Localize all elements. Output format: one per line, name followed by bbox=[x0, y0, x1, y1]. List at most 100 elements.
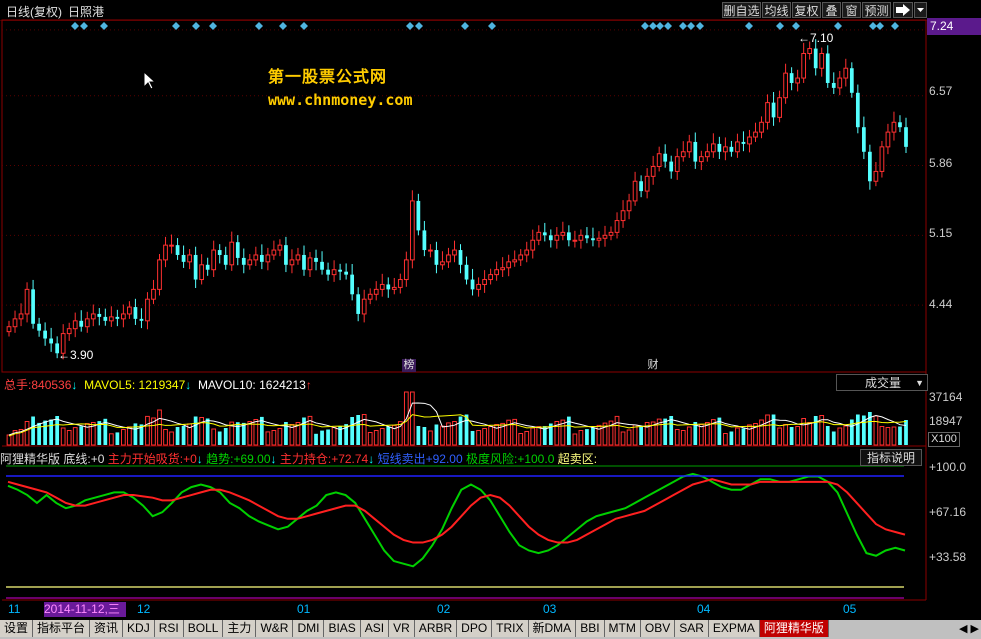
tab-6[interactable]: 主力 bbox=[223, 620, 257, 637]
volume-bar-up bbox=[121, 429, 126, 446]
tab-7[interactable]: W&R bbox=[256, 620, 294, 637]
indicator-axis-label: +100.0 bbox=[929, 460, 967, 474]
candle-body-up bbox=[524, 249, 530, 256]
volume-bar-down bbox=[639, 426, 643, 445]
date-axis-label: 11 bbox=[8, 602, 21, 616]
candle-body-up bbox=[187, 254, 192, 263]
candle-body-up bbox=[265, 254, 271, 263]
tab-14[interactable]: TRIX bbox=[492, 620, 529, 637]
candle-body-down bbox=[235, 242, 240, 258]
candle-body-up bbox=[614, 220, 620, 233]
tab-13[interactable]: DPO bbox=[457, 620, 493, 637]
candle-body-up bbox=[656, 153, 662, 168]
volume-bar-up bbox=[379, 428, 385, 446]
candle-body-down bbox=[813, 48, 818, 69]
watermark-title: 第一股票公式网 bbox=[268, 69, 388, 86]
tab-scroll-arrows-icon[interactable]: ◀ ▶ bbox=[959, 622, 979, 635]
tab-4[interactable]: RSI bbox=[154, 620, 184, 637]
volume-bar-down bbox=[904, 420, 908, 445]
tab-18[interactable]: OBV bbox=[640, 620, 676, 637]
volume-bar-up bbox=[6, 434, 12, 446]
tab-21[interactable]: 阿狸精华版 bbox=[759, 620, 829, 637]
candle-body-down bbox=[386, 284, 391, 290]
tab-3[interactable]: KDJ bbox=[123, 620, 155, 637]
tab-5[interactable]: BOLL bbox=[183, 620, 224, 637]
signal-diamond bbox=[71, 22, 79, 30]
volume-bar-up bbox=[428, 430, 433, 446]
list-marker[interactable]: 榜 bbox=[402, 359, 416, 372]
volume-selector[interactable]: 成交量 ▼ bbox=[836, 374, 928, 391]
tab-8[interactable]: DMI bbox=[293, 620, 325, 637]
high-marker: ←7.10 bbox=[798, 31, 834, 45]
candle-body-up bbox=[500, 267, 506, 271]
tab-17[interactable]: MTM bbox=[604, 620, 641, 637]
volume-bar-up bbox=[524, 431, 530, 446]
candle-body-up bbox=[476, 283, 481, 290]
date-axis-label: 02 bbox=[437, 602, 451, 616]
candle-body-up bbox=[446, 254, 451, 263]
volume-bar-up bbox=[127, 426, 132, 446]
volume-bar-down bbox=[585, 429, 589, 445]
tab-0[interactable]: 设置 bbox=[0, 620, 34, 637]
candle-body-down bbox=[97, 313, 102, 317]
candle-body-up bbox=[644, 175, 650, 192]
candle-body-up bbox=[735, 141, 740, 153]
signal-diamond bbox=[649, 22, 657, 30]
tab-16[interactable]: BBI bbox=[576, 620, 605, 637]
signal-diamond bbox=[869, 22, 877, 30]
signal-diamond bbox=[461, 22, 469, 30]
price-axis-label: 5.15 bbox=[929, 226, 953, 240]
volume-bar-up bbox=[277, 428, 283, 446]
volume-bar-up bbox=[807, 422, 813, 446]
volume-bar-down bbox=[314, 433, 318, 445]
price-axis-label: 4.44 bbox=[929, 297, 953, 311]
tab-1[interactable]: 指标平台 bbox=[33, 620, 91, 637]
signal-diamond bbox=[664, 22, 672, 30]
volume-bar-up bbox=[759, 419, 764, 446]
candle-body-up bbox=[626, 200, 632, 212]
candle-body-up bbox=[121, 313, 126, 320]
signal-diamond bbox=[100, 22, 108, 30]
tab-20[interactable]: EXPMA bbox=[708, 620, 760, 637]
tab-2[interactable]: 资讯 bbox=[90, 620, 124, 637]
tab-11[interactable]: VR bbox=[389, 620, 415, 637]
candle-body-up bbox=[723, 146, 728, 153]
candle-body-up bbox=[169, 244, 174, 247]
finance-marker[interactable]: 财 bbox=[646, 359, 660, 372]
candle-body-down bbox=[259, 254, 264, 262]
candle-body-up bbox=[295, 254, 301, 261]
tab-12[interactable]: ARBR bbox=[414, 620, 458, 637]
volume-bar-up bbox=[536, 426, 542, 446]
candle-body-up bbox=[837, 77, 843, 89]
candle-body-down bbox=[284, 245, 288, 265]
candle-body-up bbox=[891, 121, 897, 133]
volume-axis-label: 37164 bbox=[929, 390, 963, 404]
price-axis-label: 6.57 bbox=[929, 84, 953, 98]
candle-body-down bbox=[458, 250, 463, 265]
volume-bar-down bbox=[181, 425, 186, 445]
volume-bar-up bbox=[108, 433, 114, 446]
volume-bar-up bbox=[163, 429, 168, 446]
indicator-help-button[interactable]: 指标说明 bbox=[860, 449, 922, 466]
mavol5-line bbox=[8, 402, 907, 436]
volume-bar-down bbox=[79, 426, 84, 445]
candle-body-down bbox=[585, 235, 589, 239]
tab-19[interactable]: SAR bbox=[675, 620, 709, 637]
volume-bar-down bbox=[55, 416, 60, 445]
signal-diamond bbox=[406, 22, 414, 30]
tab-10[interactable]: ASI bbox=[360, 620, 390, 637]
volume-bar-down bbox=[813, 416, 818, 445]
volume-bar-up bbox=[253, 419, 259, 446]
volume-bar-down bbox=[31, 416, 35, 445]
mavol10-line bbox=[8, 414, 907, 437]
candle-body-down bbox=[693, 141, 698, 162]
candle-body-up bbox=[373, 288, 379, 295]
candle-body-up bbox=[530, 239, 536, 251]
candle-body-down bbox=[470, 279, 475, 290]
candle-body-up bbox=[801, 52, 807, 79]
candle-body-up bbox=[199, 264, 205, 281]
volume-bar-up bbox=[72, 427, 78, 446]
tab-15[interactable]: 新DMA bbox=[528, 620, 577, 637]
candle-body-up bbox=[403, 259, 409, 281]
tab-9[interactable]: BIAS bbox=[324, 620, 361, 637]
